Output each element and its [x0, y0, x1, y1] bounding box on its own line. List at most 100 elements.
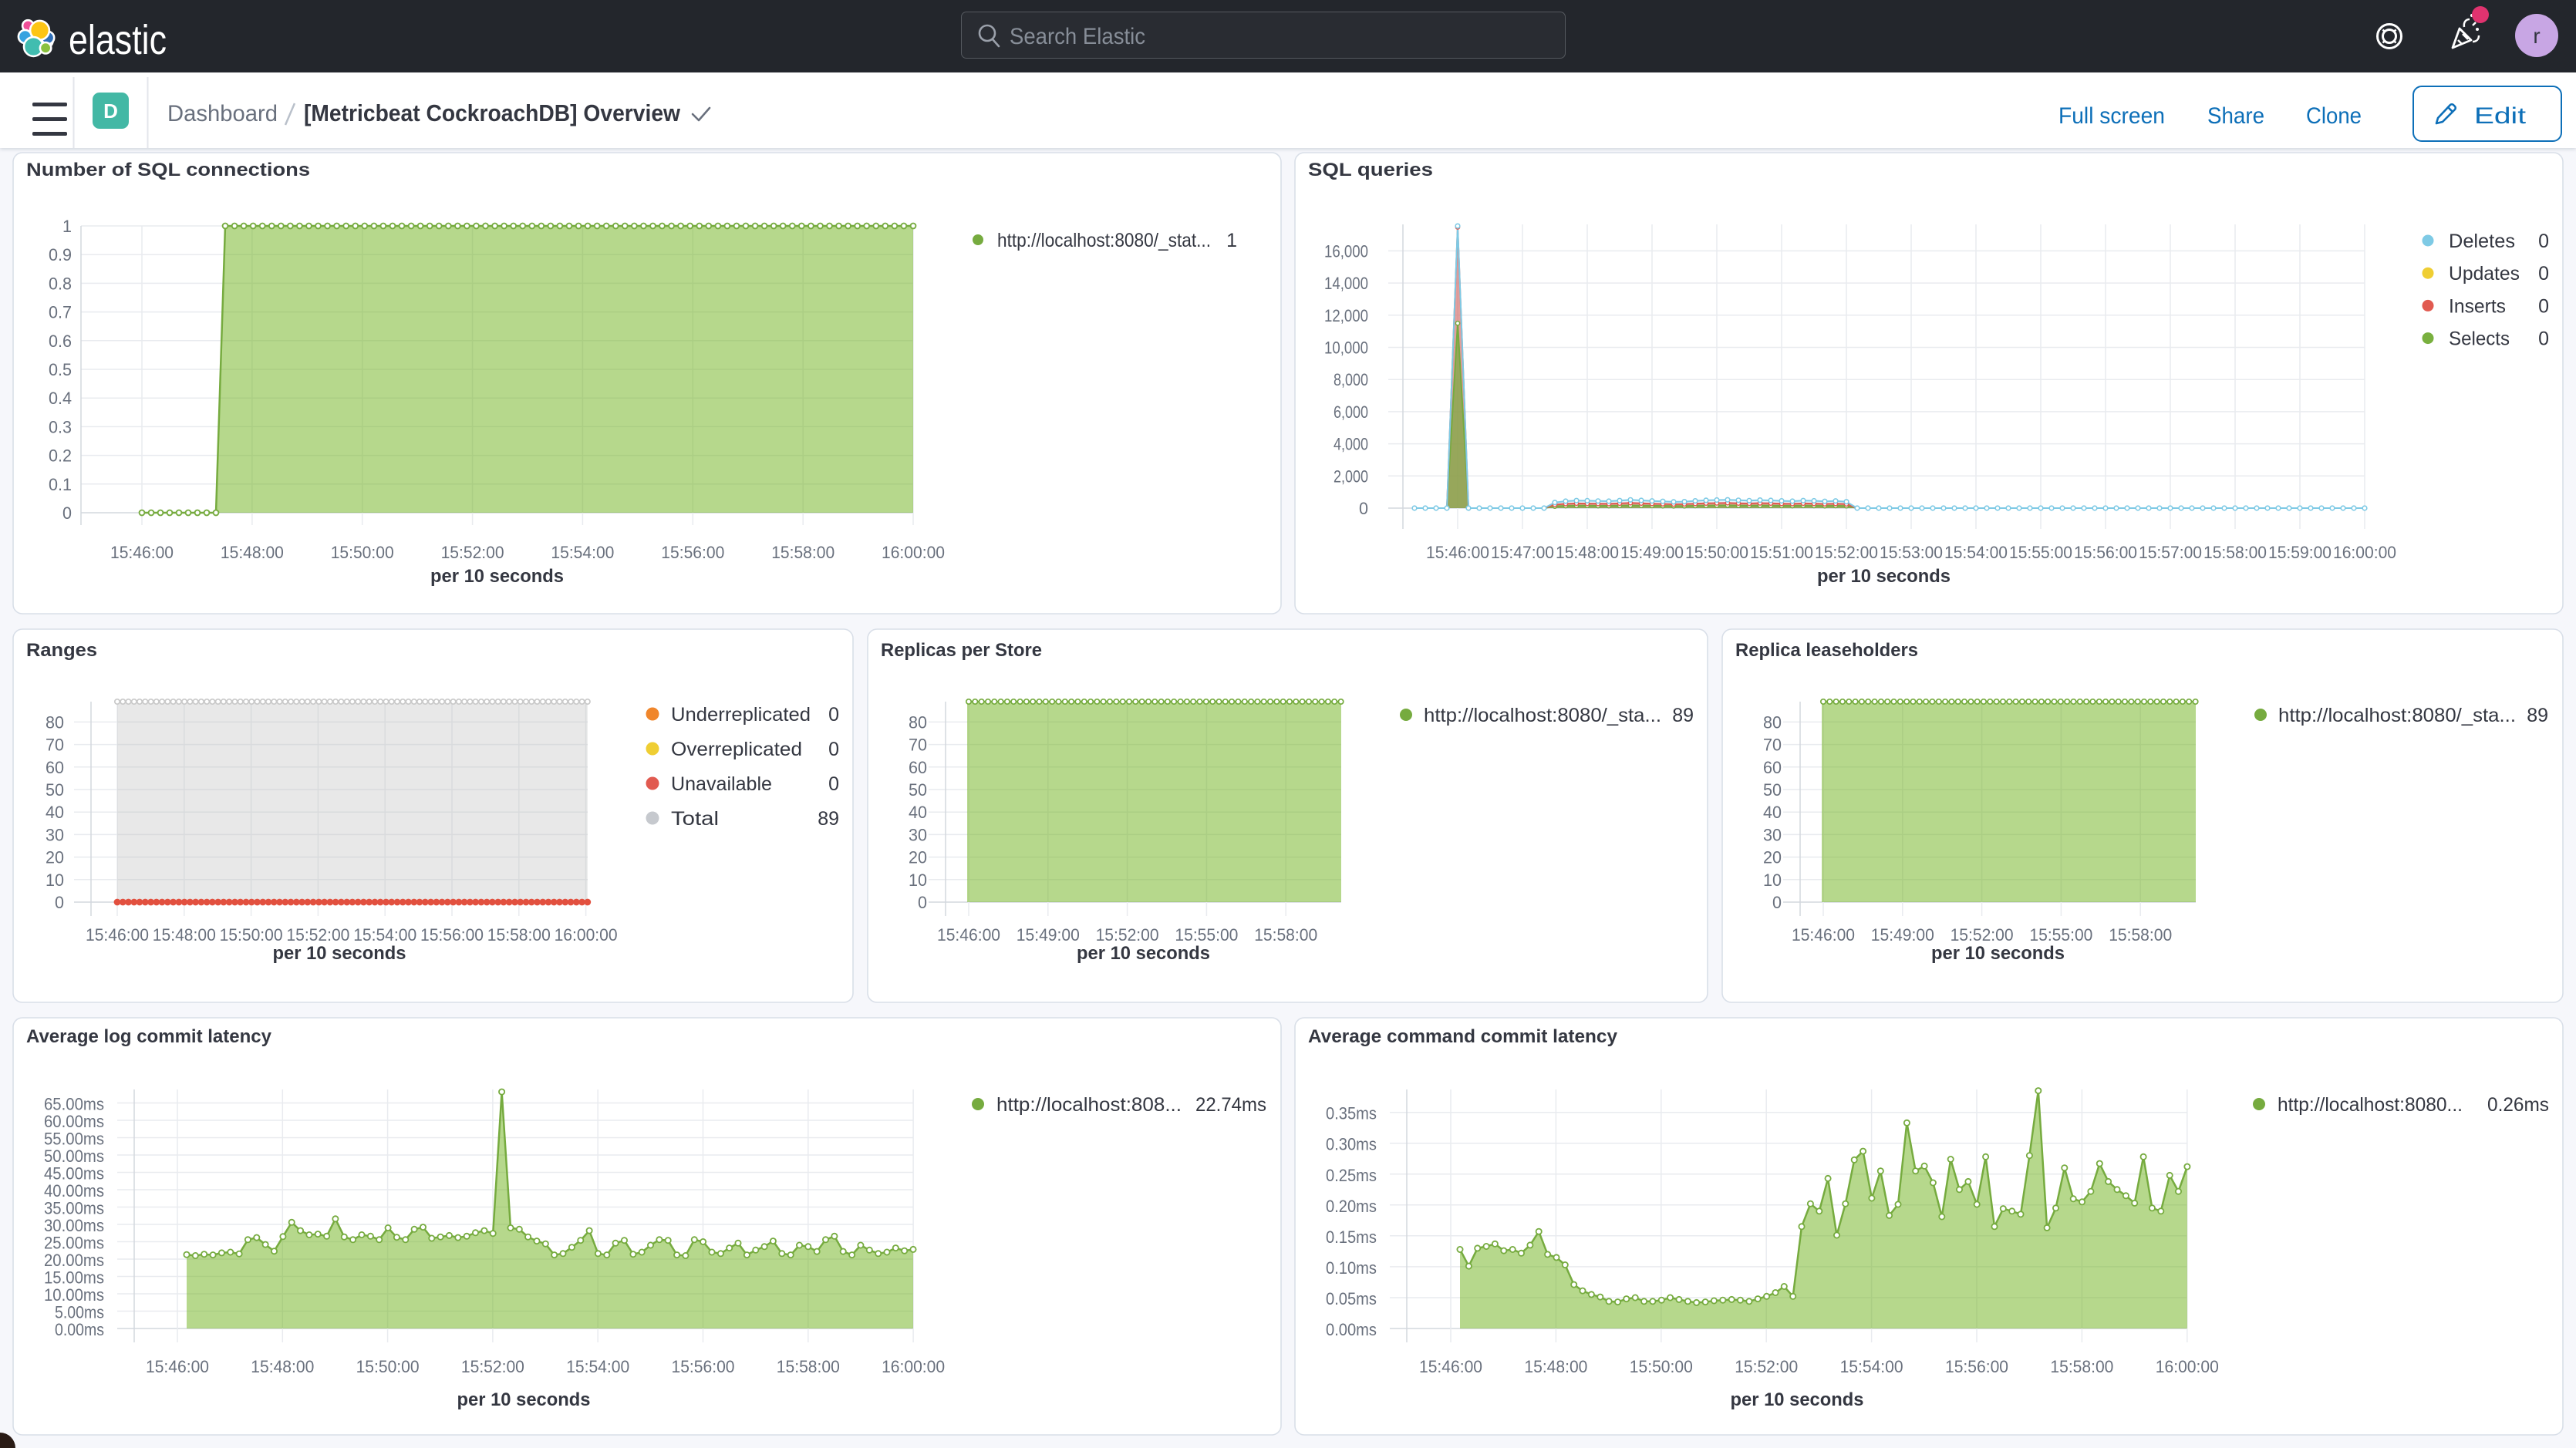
- svg-text:elastic: elastic: [69, 17, 167, 63]
- svg-text:15:52:00: 15:52:00: [1815, 543, 1878, 562]
- svg-text:per 10 seconds: per 10 seconds: [273, 943, 406, 964]
- svg-text:15:50:00: 15:50:00: [331, 543, 394, 562]
- svg-text:10: 10: [909, 870, 927, 890]
- svg-text:per 10 seconds: per 10 seconds: [1817, 566, 1951, 587]
- svg-text:0.00ms: 0.00ms: [55, 1320, 104, 1339]
- svg-text:20: 20: [46, 848, 64, 867]
- svg-text:15:46:00: 15:46:00: [937, 925, 1000, 945]
- svg-text:0.4: 0.4: [49, 389, 72, 408]
- svg-text:40.00ms: 40.00ms: [44, 1181, 104, 1200]
- svg-text:0: 0: [2538, 263, 2549, 285]
- svg-text:1: 1: [62, 217, 72, 236]
- svg-text:0.7: 0.7: [49, 303, 72, 322]
- svg-text:15:48:00: 15:48:00: [251, 1357, 314, 1376]
- svg-text:35.00ms: 35.00ms: [44, 1199, 104, 1218]
- svg-text:10.00ms: 10.00ms: [44, 1285, 104, 1305]
- svg-text:Full screen: Full screen: [2058, 103, 2165, 129]
- svg-text:40: 40: [46, 803, 64, 822]
- svg-text:0.20ms: 0.20ms: [1326, 1197, 1377, 1216]
- svg-text:50.00ms: 50.00ms: [44, 1147, 104, 1166]
- svg-text:15:47:00: 15:47:00: [1491, 543, 1554, 562]
- svg-text:Replicas per Store: Replicas per Store: [881, 640, 1042, 661]
- svg-text:15:46:00: 15:46:00: [110, 543, 174, 562]
- svg-text:15:46:00: 15:46:00: [1792, 925, 1855, 945]
- svg-text:2,000: 2,000: [1334, 466, 1368, 486]
- svg-text:15:46:00: 15:46:00: [1419, 1357, 1482, 1376]
- svg-text:Updates: Updates: [2449, 263, 2520, 285]
- svg-text:http://localhost:8080...: http://localhost:8080...: [2278, 1094, 2463, 1116]
- svg-text:http://localhost:8080/_sta...: http://localhost:8080/_sta...: [2278, 705, 2516, 726]
- svg-text:30: 30: [909, 825, 927, 844]
- svg-text:0.2: 0.2: [49, 446, 72, 466]
- svg-text:15:54:00: 15:54:00: [1944, 543, 2008, 562]
- svg-text:0.05ms: 0.05ms: [1326, 1289, 1377, 1308]
- svg-text:0: 0: [828, 739, 839, 760]
- svg-text:Underreplicated: Underreplicated: [671, 704, 811, 726]
- svg-text:Share: Share: [2207, 103, 2264, 129]
- svg-text:1: 1: [1226, 230, 1237, 251]
- svg-text:70: 70: [1763, 736, 1782, 755]
- svg-text:15:52:00: 15:52:00: [441, 543, 504, 562]
- svg-text:16,000: 16,000: [1324, 241, 1368, 261]
- svg-text:15:54:00: 15:54:00: [353, 925, 416, 945]
- svg-text:40: 40: [909, 803, 927, 822]
- svg-text:22.74ms: 22.74ms: [1195, 1094, 1266, 1116]
- svg-text:50: 50: [46, 780, 64, 800]
- svg-text:15:50:00: 15:50:00: [356, 1357, 420, 1376]
- svg-text:15:49:00: 15:49:00: [1017, 925, 1080, 945]
- svg-text:0.00ms: 0.00ms: [1326, 1320, 1377, 1339]
- svg-text:15:48:00: 15:48:00: [221, 543, 284, 562]
- svg-text:15:50:00: 15:50:00: [1685, 543, 1748, 562]
- svg-text:80: 80: [46, 712, 64, 732]
- svg-text:http://localhost:808...: http://localhost:808...: [996, 1094, 1182, 1116]
- svg-text:10,000: 10,000: [1324, 338, 1368, 358]
- svg-text:0.3: 0.3: [49, 417, 72, 436]
- svg-text:15:58:00: 15:58:00: [2050, 1357, 2113, 1376]
- svg-text:16:00:00: 16:00:00: [2333, 543, 2396, 562]
- svg-text:15:58:00: 15:58:00: [777, 1357, 840, 1376]
- svg-text:per 10 seconds: per 10 seconds: [430, 566, 564, 587]
- svg-text:16:00:00: 16:00:00: [2156, 1357, 2219, 1376]
- svg-text:15:54:00: 15:54:00: [551, 543, 614, 562]
- svg-text:14,000: 14,000: [1324, 274, 1368, 293]
- svg-text:12,000: 12,000: [1324, 306, 1368, 325]
- svg-text:Ranges: Ranges: [26, 640, 97, 661]
- svg-text:0.26ms: 0.26ms: [2487, 1094, 2549, 1116]
- svg-text:15:48:00: 15:48:00: [1524, 1357, 1587, 1376]
- svg-text:55.00ms: 55.00ms: [44, 1130, 104, 1149]
- svg-text:15.00ms: 15.00ms: [44, 1268, 104, 1288]
- svg-text:15:46:00: 15:46:00: [146, 1357, 209, 1376]
- svg-text:http://localhost:8080/_stat...: http://localhost:8080/_stat...: [997, 230, 1211, 251]
- svg-text:16:00:00: 16:00:00: [882, 543, 945, 562]
- svg-text:0.30ms: 0.30ms: [1326, 1135, 1377, 1154]
- svg-text:30: 30: [1763, 825, 1782, 844]
- svg-text:0.6: 0.6: [49, 332, 72, 351]
- svg-text:60.00ms: 60.00ms: [44, 1112, 104, 1131]
- svg-text:15:49:00: 15:49:00: [1871, 925, 1934, 945]
- svg-text:15:46:00: 15:46:00: [86, 925, 149, 945]
- svg-text:SQL queries: SQL queries: [1308, 160, 1433, 180]
- svg-text:per 10 seconds: per 10 seconds: [1931, 943, 2065, 964]
- svg-text:Unavailable: Unavailable: [671, 773, 772, 795]
- svg-text:60: 60: [1763, 758, 1782, 777]
- svg-text:8,000: 8,000: [1334, 370, 1368, 389]
- svg-text:89: 89: [2527, 705, 2548, 726]
- svg-text:5.00ms: 5.00ms: [55, 1303, 104, 1322]
- svg-text:15:59:00: 15:59:00: [2268, 543, 2332, 562]
- svg-text:0: 0: [62, 503, 72, 523]
- svg-text:50: 50: [1763, 780, 1782, 800]
- svg-text:0.8: 0.8: [49, 274, 72, 293]
- svg-text:Replica leaseholders: Replica leaseholders: [1735, 640, 1918, 661]
- svg-text:15:53:00: 15:53:00: [1880, 543, 1943, 562]
- svg-text:15:52:00: 15:52:00: [1096, 925, 1159, 945]
- svg-text:r: r: [2533, 24, 2540, 48]
- svg-text:15:58:00: 15:58:00: [2203, 543, 2267, 562]
- svg-text:0: 0: [1772, 893, 1782, 912]
- svg-text:Selects: Selects: [2449, 328, 2510, 350]
- svg-text:15:52:00: 15:52:00: [461, 1357, 524, 1376]
- svg-text:Deletes: Deletes: [2449, 231, 2515, 252]
- svg-text:15:52:00: 15:52:00: [1951, 925, 2014, 945]
- svg-text:Number of SQL connections: Number of SQL connections: [26, 160, 310, 180]
- svg-text:15:57:00: 15:57:00: [2139, 543, 2202, 562]
- svg-text:15:49:00: 15:49:00: [1620, 543, 1684, 562]
